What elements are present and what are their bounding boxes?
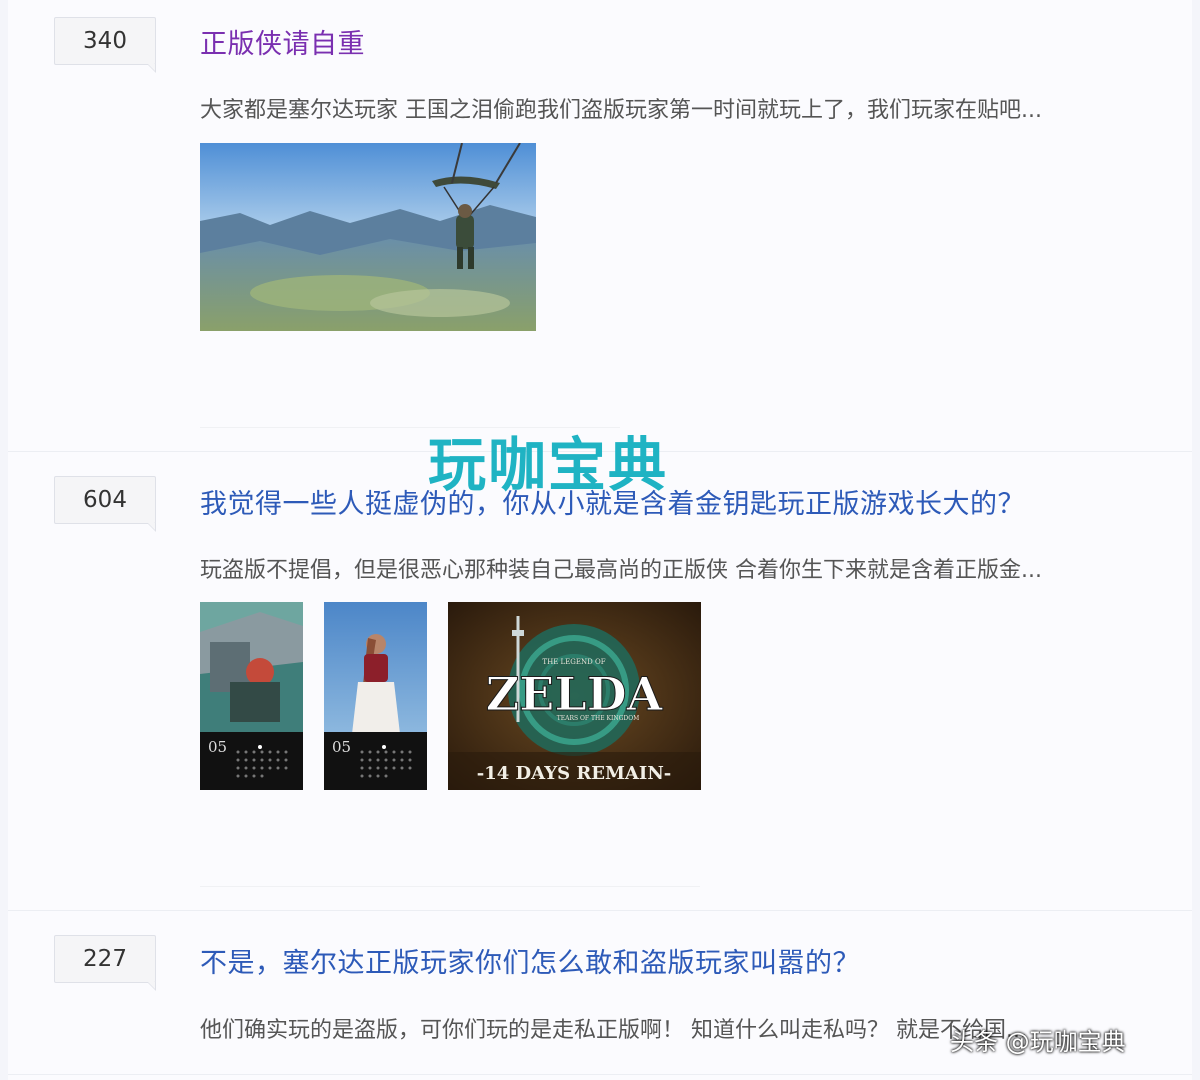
post-thumbnail-zelda[interactable]: THE LEGEND OF ZELDA TEARS OF THE KINGDOM… — [448, 602, 701, 790]
calendar-date: 05 — [208, 738, 227, 756]
post-separator — [8, 1074, 1192, 1075]
reply-count-badge: 340 — [54, 17, 156, 73]
reply-count-badge: 604 — [54, 476, 156, 532]
divider — [200, 886, 700, 887]
countdown-text: -14 DAYS REMAIN- — [477, 763, 672, 784]
post-list: 340 正版侠请自重 大家都是塞尔达玩家 王国之泪偷跑我们盗版玩家第一时间就玩上… — [8, 0, 1192, 1080]
post-thumbnail-calendar-2[interactable]: 05 — [324, 602, 427, 790]
post-separator — [8, 910, 1192, 911]
post-abstract: 玩盗版不提倡，但是很恶心那种装自己最高尚的正版侠 合着你生下来就是含着正版金..… — [200, 558, 1042, 583]
reply-count-badge: 227 — [54, 935, 156, 991]
post-thumbnail-paraglider[interactable] — [200, 143, 536, 331]
post-title[interactable]: 正版侠请自重 — [200, 22, 365, 61]
zelda-logo-text: ZELDA — [486, 667, 664, 721]
post-abstract: 大家都是塞尔达玩家 王国之泪偷跑我们盗版玩家第一时间就玩上了，我们玩家在贴吧..… — [200, 98, 1042, 123]
post-thumbnail-calendar-1[interactable]: 05 — [200, 602, 303, 790]
calendar-date: 05 — [332, 738, 351, 756]
zelda-subtitle-text: TEARS OF THE KINGDOM — [557, 715, 640, 722]
post-title[interactable]: 不是，塞尔达正版玩家你们怎么敢和盗版玩家叫嚣的？ — [200, 941, 860, 980]
watermark-text: 玩咖宝典 — [428, 431, 669, 499]
zelda-top-text: THE LEGEND OF — [542, 658, 605, 666]
source-credit: 头条 @玩咖宝典 — [950, 1028, 1126, 1056]
